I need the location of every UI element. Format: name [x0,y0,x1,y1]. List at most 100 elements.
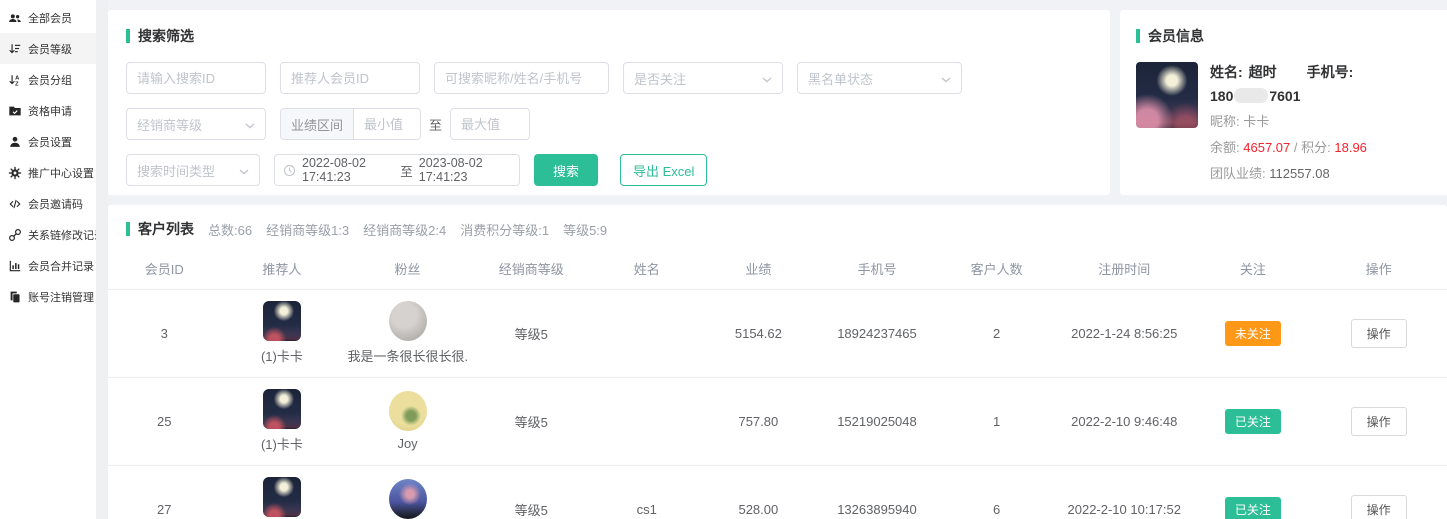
search-button[interactable]: 搜索 [534,154,598,186]
cell-name [591,289,704,377]
phone-blur-patch [1234,88,1268,103]
fan-avatar [389,301,427,341]
chevron-down-icon [239,163,249,178]
referrer-name: (1)卡卡 [261,346,303,365]
team-performance: 112557.08 [1269,166,1330,181]
chevron-down-icon [941,71,951,86]
link-icon [8,228,22,242]
export-excel-button[interactable]: 导出 Excel [620,154,707,186]
cell-customer-count: 2 [940,289,1053,377]
blacklist-select[interactable]: 黑名单状态 [797,62,962,94]
title-accent-bar [126,222,130,236]
search-filter-panel: 搜索筛选 是否关注 黑名单状态 [108,10,1110,195]
points-label: 积分: [1301,140,1331,155]
referrer-avatar [263,477,301,517]
follow-status-badge: 已关注 [1225,497,1281,519]
sidebar-item-account-cancel[interactable]: 账号注销管理 [0,281,96,312]
sidebar-item-all-members[interactable]: 全部会员 [0,2,96,33]
cell-name [591,377,704,465]
sidebar: 全部会员 会员等级 AZ 会员分组 资格申请 会员设置 推广中心设置 会员邀请码 [0,0,96,519]
cell-performance: 5154.62 [703,289,814,377]
summary-total: 总数:66 [208,220,252,239]
filter-title: 搜索筛选 [126,26,1092,46]
cell-member-id: 25 [108,377,221,465]
member-balance: 4657.07 [1243,140,1290,155]
date-separator: 至 [400,161,413,180]
range-max-input[interactable] [450,108,530,140]
table-row: 25 (1)卡卡 Joy 等级5 757.80 15219025048 1 20… [108,377,1447,465]
row-action-button[interactable]: 操作 [1351,495,1407,519]
search-id-input[interactable] [126,62,266,94]
referrer-avatar [263,301,301,341]
nickname-label: 昵称: [1210,114,1240,129]
fan-avatar [389,479,427,519]
row-action-button[interactable]: 操作 [1351,319,1407,348]
sidebar-item-invite-code[interactable]: 会员邀请码 [0,188,96,219]
col-register-time: 注册时间 [1053,249,1196,289]
sidebar-item-label: 会员合并记录 [28,258,94,274]
table-header-row: 会员ID 推荐人 粉丝 经销商等级 姓名 业绩 手机号 客户人数 注册时间 关注… [108,249,1447,289]
customer-list-panel: 客户列表 总数:66 经销商等级1:3 经销商等级2:4 消费积分等级:1 等级… [108,205,1447,519]
member-info-panel: 会员信息 姓名: 超时 手机号: 1807601 昵称: [1120,10,1447,195]
member-phone: 1807601 [1210,88,1301,104]
sidebar-item-relation-log[interactable]: 关系链修改记录 [0,219,96,250]
code-icon [8,197,22,211]
sort-az-icon: AZ [8,73,22,87]
date-range-picker[interactable]: 2022-08-02 17:41:23 至 2023-08-02 17:41:2… [274,154,520,186]
row-action-button[interactable]: 操作 [1351,407,1407,436]
sidebar-item-label: 全部会员 [28,10,72,26]
summary-points-level: 消费积分等级:1 [460,220,549,239]
col-name: 姓名 [591,249,704,289]
dealer-level-select[interactable]: 经销商等级 [126,108,266,140]
cell-performance: 757.80 [703,377,814,465]
sidebar-item-label: 账号注销管理 [28,289,94,305]
time-type-select[interactable]: 搜索时间类型 [126,154,260,186]
sort-level-icon [8,42,22,56]
customer-table: 会员ID 推荐人 粉丝 经销商等级 姓名 业绩 手机号 客户人数 注册时间 关注… [108,249,1447,519]
cell-customer-count: 1 [940,377,1053,465]
date-start: 2022-08-02 17:41:23 [302,156,394,184]
cell-dealer-level: 等级5 [472,465,591,519]
table-row: 3 (1)卡卡 我是一条很长很长很... 等级5 5154.62 1892423… [108,289,1447,377]
col-follow: 关注 [1196,249,1311,289]
keyword-input[interactable] [434,62,609,94]
follow-status-badge: 未关注 [1225,321,1281,346]
member-points: 18.96 [1334,140,1367,155]
customer-list-title: 客户列表 [126,219,194,239]
range-label: 业绩区间 [281,109,354,139]
title-accent-bar [1136,29,1140,43]
sidebar-item-qualification[interactable]: 资格申请 [0,95,96,126]
team-label: 团队业绩: [1210,166,1266,181]
cell-member-id: 27 [108,465,221,519]
cell-dealer-level: 等级5 [472,289,591,377]
user-icon [8,135,22,149]
fan-name: Joy [397,436,417,451]
follow-select[interactable]: 是否关注 [623,62,783,94]
users-icon [8,11,22,25]
sidebar-item-label: 关系链修改记录 [28,227,105,243]
table-row: 27 (1)卡卡 Lazy Cat 等级5 cs1 528.00 1326389… [108,465,1447,519]
summary-dealer1: 经销商等级1:3 [266,220,349,239]
member-details: 姓名: 超时 手机号: 1807601 昵称: 卡卡 余额: 4657 [1210,62,1434,182]
chevron-down-icon [762,71,772,86]
col-referrer: 推荐人 [221,249,344,289]
col-customer-count: 客户人数 [940,249,1053,289]
file-copy-icon [8,290,22,304]
member-avatar [1136,62,1198,128]
svg-text:Z: Z [15,81,19,87]
referrer-name: (1)卡卡 [261,434,303,453]
referrer-avatar [263,389,301,429]
name-label: 姓名: [1210,62,1243,82]
range-to-label: 至 [429,115,442,134]
sidebar-item-member-settings[interactable]: 会员设置 [0,126,96,157]
sidebar-item-promotion-settings[interactable]: 推广中心设置 [0,157,96,188]
gear-icon [8,166,22,180]
fan-name: 我是一条很长很长很... [348,346,468,365]
range-min-input[interactable] [354,109,420,139]
sidebar-item-member-groups[interactable]: AZ 会员分组 [0,64,96,95]
cell-phone: 15219025048 [814,377,941,465]
referrer-id-input[interactable] [280,62,420,94]
fan-avatar [389,391,427,431]
sidebar-item-member-level[interactable]: 会员等级 [0,33,96,64]
sidebar-item-merge-log[interactable]: 会员合并记录 [0,250,96,281]
